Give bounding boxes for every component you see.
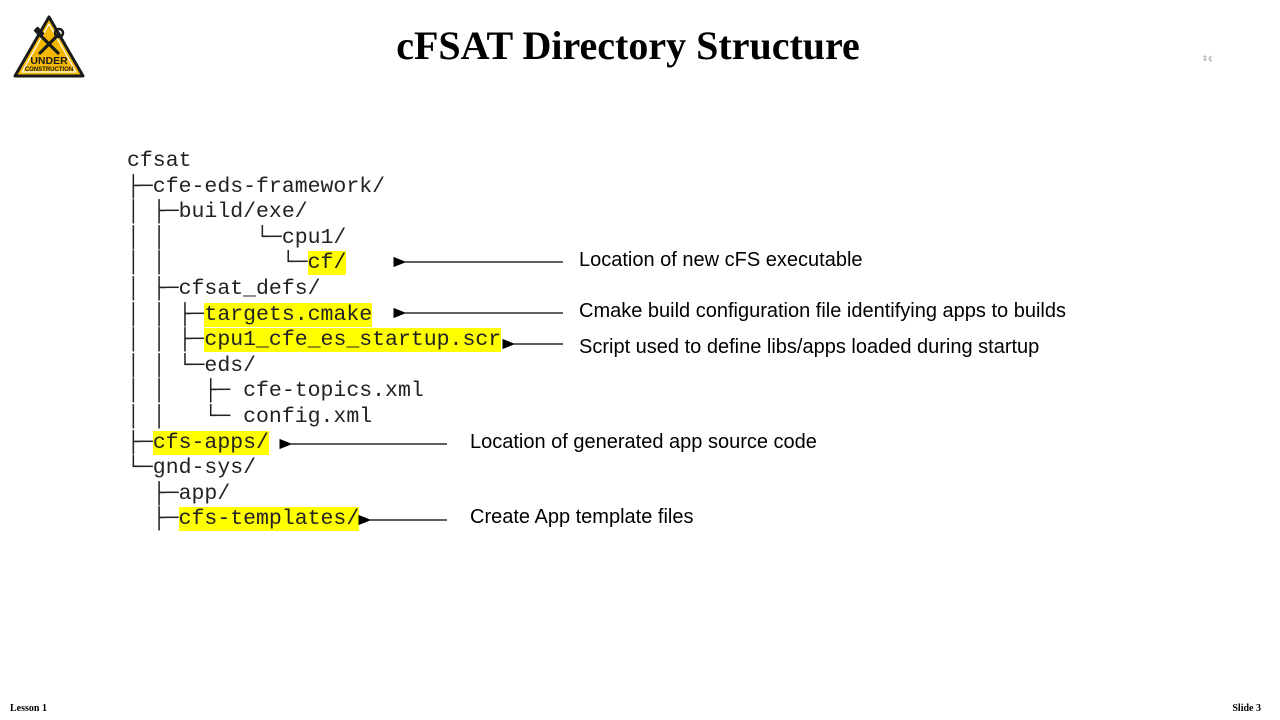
- footer-slide-number: Slide 3: [1232, 703, 1261, 714]
- callout-arrows: [279, 256, 563, 526]
- footer-lesson: Lesson 1: [10, 703, 47, 714]
